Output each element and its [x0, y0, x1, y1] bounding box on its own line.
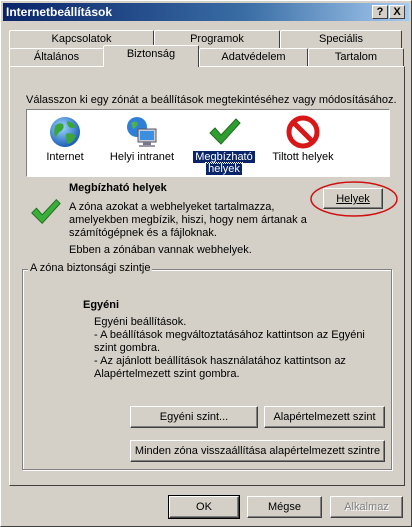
level-title: Egyéni	[83, 299, 120, 311]
window-title: Internetbeállítások	[6, 5, 113, 19]
level-line1: Egyéni beállítások.	[94, 316, 187, 328]
zone-trusted-sites[interactable]: Megbízható helyek	[189, 110, 259, 176]
trusted-zone-check-icon	[31, 199, 61, 225]
close-button[interactable]: X	[389, 5, 405, 19]
zone-local-intranet-label: Helyi intranet	[109, 151, 175, 163]
zone-internet-label: Internet	[46, 151, 84, 163]
zone-desc-line1: A zóna azokat a webhelyeket tartalmazza,	[69, 201, 275, 213]
tab-tartalom[interactable]: Tartalom	[308, 48, 404, 67]
title-bar[interactable]: Internetbeállítások ? X	[3, 3, 409, 21]
restricted-icon	[286, 115, 320, 149]
ok-button[interactable]: OK	[168, 495, 240, 519]
zone-restricted-sites[interactable]: Tiltott helyek	[263, 110, 343, 176]
zone-desc-line2: amelyekben megbízik, hiszi, hogy nem árt…	[69, 214, 307, 226]
checkmark-icon	[209, 118, 241, 145]
zone-title: Megbízható helyek	[69, 182, 167, 194]
tab-altalanos[interactable]: Általános	[9, 48, 104, 67]
security-tab-panel: Válasszon ki egy zónát a beállítások meg…	[9, 66, 405, 486]
security-level-group-title: A zóna biztonsági szintje	[28, 262, 153, 274]
zone-instruction: Válasszon ki egy zónát a beállítások meg…	[26, 94, 397, 106]
zone-internet[interactable]: Internet	[30, 110, 100, 176]
zone-trusted-label-1: Megbízható	[192, 150, 256, 164]
zone-desc-line3: számítógépnek és a fájloknak.	[69, 227, 217, 239]
internet-options-window: Internetbeállítások ? X Kapcsolatok Prog…	[0, 0, 412, 527]
reset-all-zones-button[interactable]: Minden zóna visszaállítása alapértelmeze…	[130, 440, 385, 462]
apply-button[interactable]: Alkalmaz	[330, 496, 403, 518]
zone-restricted-label: Tiltott helyek	[272, 151, 334, 163]
sites-button[interactable]: Helyek	[323, 188, 383, 209]
tab-adatvedelem[interactable]: Adatvédelem	[199, 48, 308, 67]
level-line2: - A beállítások megváltoztatásához katti…	[94, 329, 365, 341]
level-line4: - Az ajánlott beállítások használatához …	[94, 355, 346, 367]
tab-specialis[interactable]: Speciális	[280, 30, 402, 49]
level-line5: Alapértelmezett szint gombra.	[94, 368, 240, 380]
level-line3: szint gombra.	[94, 342, 161, 354]
zone-status: Ebben a zónában vannak webhelyek.	[69, 244, 252, 256]
tab-biztonsag[interactable]: Biztonság	[103, 45, 199, 67]
cancel-button[interactable]: Mégse	[247, 496, 322, 518]
globe-icon	[50, 117, 80, 147]
intranet-icon	[127, 117, 157, 147]
zone-local-intranet[interactable]: Helyi intranet	[102, 110, 182, 176]
zone-list: Internet Helyi intranet Megbízható helye…	[26, 109, 390, 177]
default-level-button[interactable]: Alapértelmezett szint	[264, 406, 385, 428]
zone-trusted-label-2: helyek	[205, 162, 243, 176]
custom-level-button[interactable]: Egyéni szint...	[130, 406, 258, 428]
help-button[interactable]: ?	[372, 5, 388, 19]
